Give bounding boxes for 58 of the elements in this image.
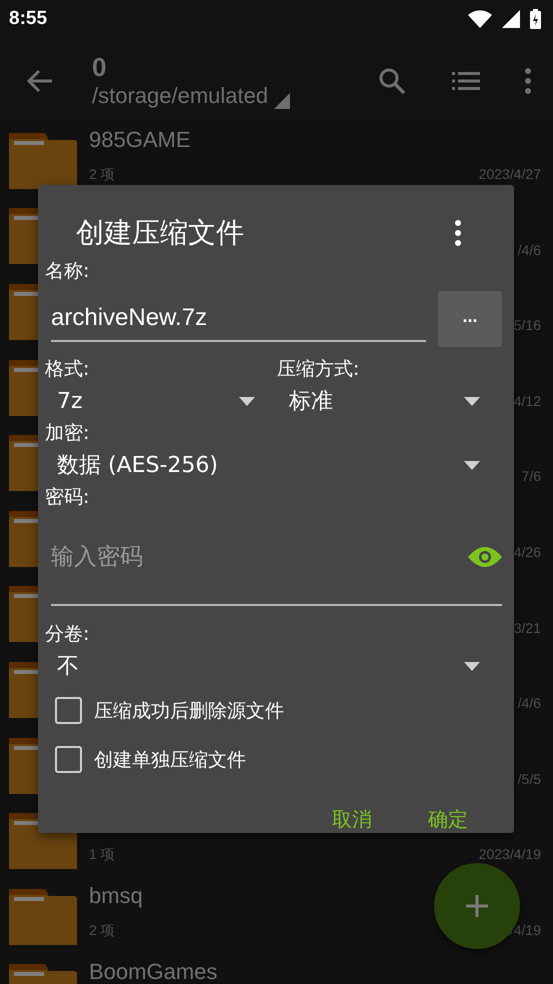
more-menu-icon[interactable]: [524, 68, 532, 94]
file-date: 7/6: [522, 468, 541, 486]
list-view-icon[interactable]: [452, 70, 480, 90]
split-dropdown[interactable]: 不: [45, 646, 502, 686]
path-dropdown[interactable]: /storage/emulated: [92, 83, 268, 109]
battery-icon: [530, 9, 541, 29]
format-dropdown[interactable]: 7z: [45, 381, 277, 421]
file-date: 2023/4/27: [478, 166, 541, 184]
back-arrow-icon[interactable]: [26, 68, 52, 92]
name-field[interactable]: archiveNew.7z: [51, 304, 426, 332]
file-date: /4/6: [518, 695, 541, 714]
more-menu-icon[interactable]: [454, 220, 462, 246]
dropdown-arrow-icon: [464, 396, 480, 406]
wifi-icon: [468, 10, 492, 28]
file-name: bmsq: [89, 884, 143, 908]
dropdown-arrow-icon: [239, 396, 255, 406]
file-date: 3/21: [514, 620, 541, 638]
dialog-button[interactable]: 确定: [428, 806, 468, 833]
field-label: 密码:: [45, 485, 90, 509]
plus-icon: [466, 895, 488, 917]
browse-button[interactable]: ...: [438, 291, 502, 347]
item-count: 2 项: [89, 166, 115, 184]
file-date: /5/5: [518, 770, 541, 789]
dropdown-arrow-icon: [464, 662, 480, 670]
item-count: 1 项: [89, 846, 115, 864]
folder-icon: [9, 132, 77, 189]
file-date: 4/26: [514, 544, 541, 562]
checkbox[interactable]: [55, 746, 82, 773]
method-dropdown[interactable]: 标准: [277, 381, 502, 421]
eye-icon[interactable]: [468, 546, 502, 568]
encryption-dropdown[interactable]: 数据 (AES-256): [45, 445, 502, 485]
checkbox-label: 压缩成功后删除源文件: [94, 698, 284, 724]
field-label: 加密:: [45, 421, 90, 445]
field-label: 分卷:: [45, 622, 90, 646]
file-date: /4/6: [518, 242, 541, 260]
item-count: 2 项: [89, 922, 115, 940]
signal-icon: [502, 10, 520, 28]
corner-triangle-icon: [274, 93, 290, 109]
file-row[interactable]: BoomGames: [0, 954, 553, 984]
file-row[interactable]: 985GAME 2 项 2023/4/27: [0, 123, 553, 199]
file-date: 5/16: [514, 317, 541, 336]
field-label: 压缩方式:: [277, 357, 360, 381]
file-name: 985GAME: [89, 128, 190, 152]
folder-icon: [9, 888, 77, 945]
search-icon[interactable]: [378, 66, 406, 94]
checkbox-label: 创建单独压缩文件: [94, 748, 246, 772]
field-label: 格式:: [45, 357, 90, 381]
checkbox[interactable]: [55, 697, 82, 724]
file-date: 4/12: [514, 392, 541, 411]
dialog-title: 创建压缩文件: [76, 215, 244, 251]
file-name: BoomGames: [89, 960, 218, 984]
password-field[interactable]: 输入密码: [51, 542, 468, 570]
field-label: 名称:: [45, 259, 90, 283]
folder-title: 0: [92, 52, 108, 83]
dialog-button[interactable]: 取消: [332, 806, 372, 833]
status-time: 8:55: [9, 8, 48, 30]
dropdown-arrow-icon: [464, 460, 480, 470]
file-date: 2023/4/19: [478, 846, 541, 864]
